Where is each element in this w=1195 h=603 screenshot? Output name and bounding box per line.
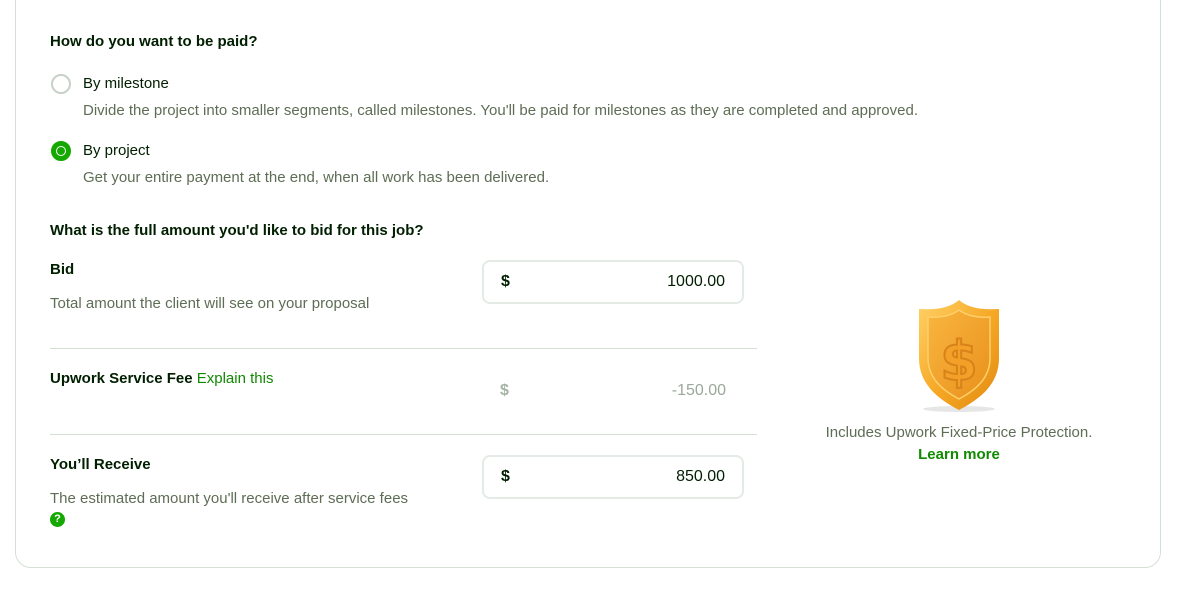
option-desc-project: Get your entire payment at the end, when…: [83, 169, 550, 186]
radio-by-project[interactable]: [51, 141, 71, 161]
payment-question: How do you want to be paid?: [50, 33, 258, 50]
currency-symbol: $: [501, 273, 510, 290]
shield-dollar-icon: $: [914, 298, 1004, 414]
currency-symbol: $: [501, 468, 510, 485]
fee-currency-symbol: $: [500, 382, 509, 399]
help-icon[interactable]: ?: [50, 512, 65, 527]
bid-label: Bid: [50, 261, 75, 278]
svg-text:$: $: [940, 330, 978, 393]
option-desc-milestone: Divide the project into smaller segments…: [83, 102, 918, 119]
bid-description: Total amount the client will see on your…: [50, 295, 370, 312]
radio-by-milestone[interactable]: [51, 74, 71, 94]
service-fee-text: Upwork Service Fee: [50, 370, 193, 387]
learn-more-link[interactable]: Learn more: [790, 446, 1128, 463]
service-fee-value: -150.00: [671, 382, 726, 399]
divider: [50, 434, 757, 435]
receive-amount-input[interactable]: $ 850.00: [482, 455, 744, 499]
bid-amount-value: 1000.00: [667, 273, 725, 290]
explain-this-link[interactable]: Explain this: [197, 370, 274, 387]
bid-question: What is the full amount you'd like to bi…: [50, 222, 424, 239]
protection-text: Includes Upwork Fixed-Price Protection.: [825, 424, 1093, 441]
option-label-project[interactable]: By project: [83, 142, 150, 159]
receive-label: You’ll Receive: [50, 456, 151, 473]
service-fee-label: Upwork Service Fee Explain this: [50, 370, 273, 387]
receive-description: The estimated amount you'll receive afte…: [50, 490, 409, 507]
receive-amount-value: 850.00: [676, 468, 725, 485]
bid-amount-input[interactable]: $ 1000.00: [482, 260, 744, 304]
divider: [50, 348, 757, 349]
option-label-milestone[interactable]: By milestone: [83, 75, 169, 92]
